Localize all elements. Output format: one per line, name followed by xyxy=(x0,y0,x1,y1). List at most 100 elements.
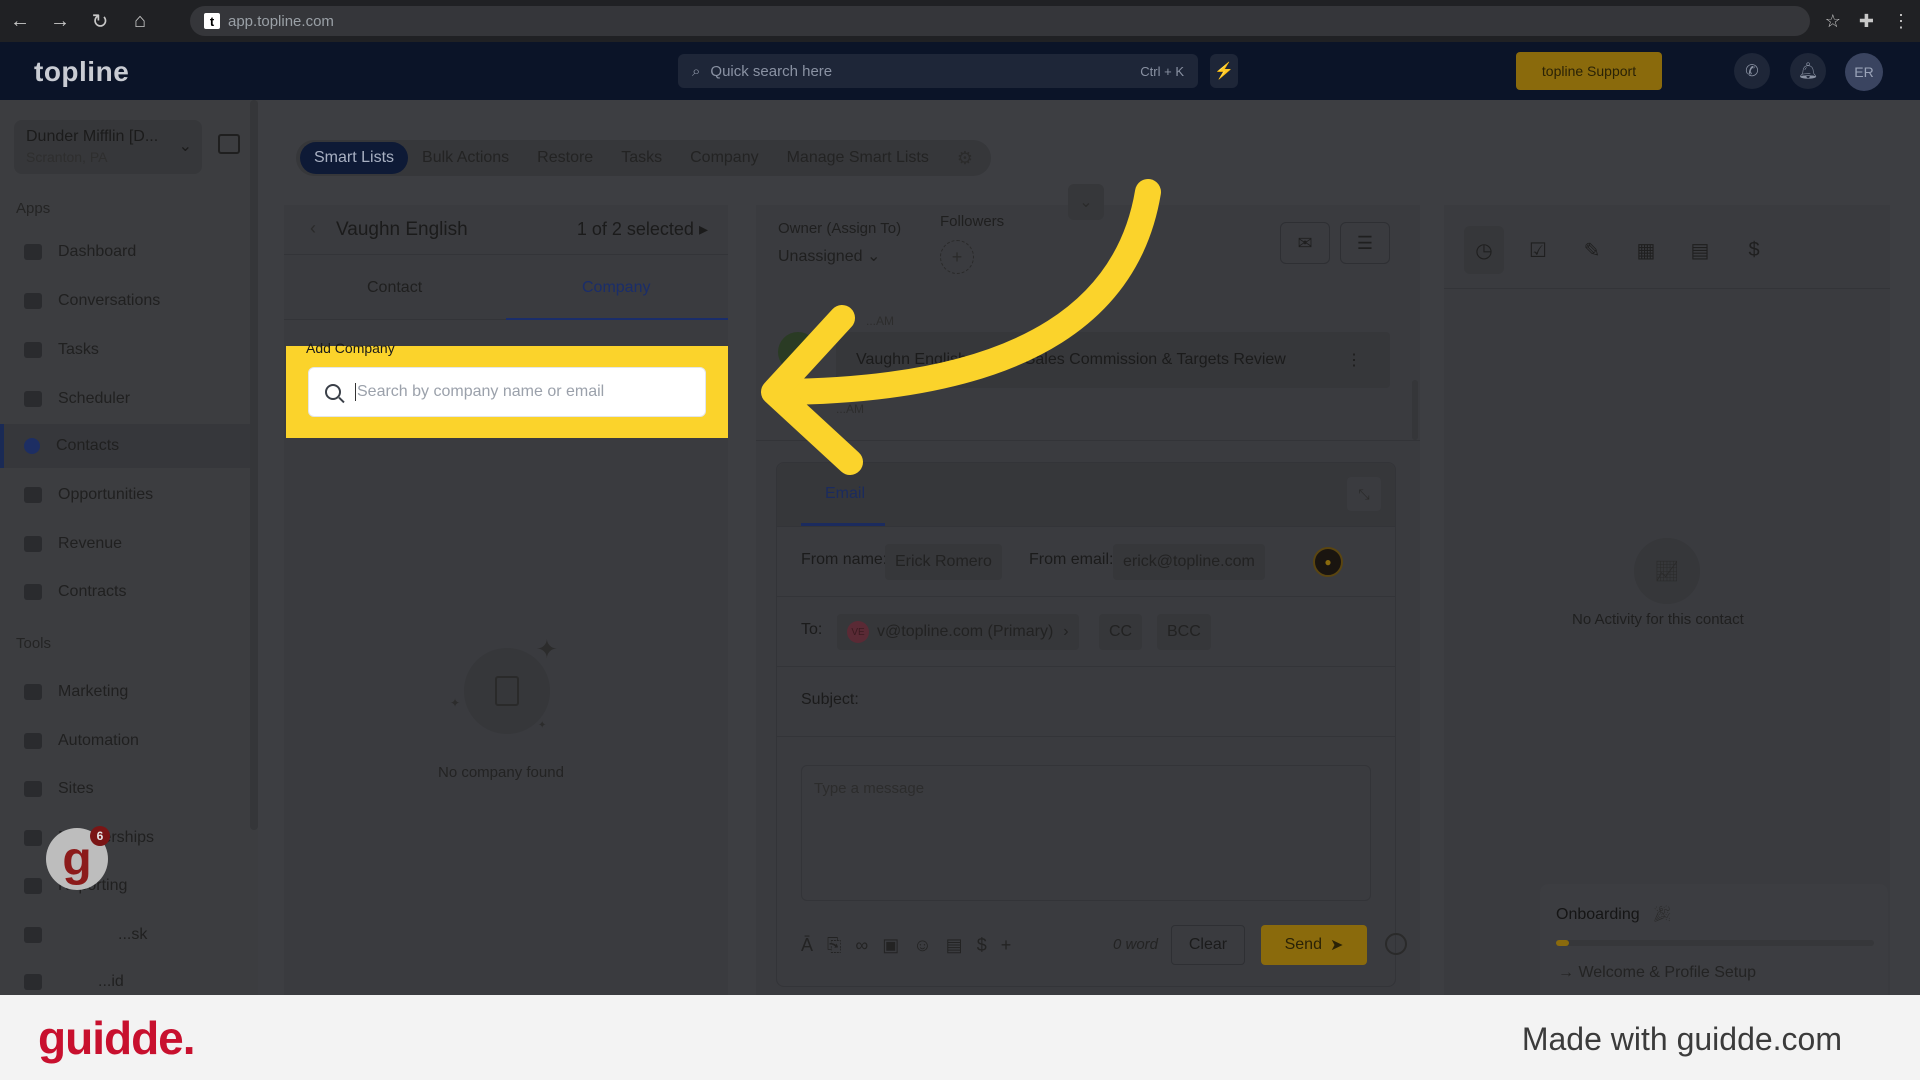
sidebar-item-tool-6[interactable]: ...sk xyxy=(0,913,250,957)
add-follower-button[interactable]: + xyxy=(940,240,974,274)
account-switcher[interactable]: Dunder Mifflin [D... Scranton, PA ⌄ xyxy=(14,120,202,174)
sidebar-item-scheduler[interactable]: Scheduler xyxy=(0,377,250,421)
sidebar-item-memberships[interactable]: Memberships xyxy=(0,816,250,860)
emoji-icon[interactable]: ☺ xyxy=(913,935,931,956)
filter-icon[interactable]: ☰ xyxy=(1340,222,1390,264)
sender-avatar-icon[interactable]: ● xyxy=(1313,547,1343,577)
gear-icon[interactable]: ⚙ xyxy=(943,142,987,174)
sidebar-item-sites[interactable]: Sites xyxy=(0,767,250,811)
template-icon[interactable]: ▤ xyxy=(946,935,963,956)
bell-icon[interactable]: 🔔︎ xyxy=(1790,53,1826,89)
app-logo[interactable]: topline xyxy=(34,56,129,88)
bookmark-star-icon[interactable]: ☆ xyxy=(1825,11,1841,32)
send-button[interactable]: Send ➤ xyxy=(1261,925,1367,965)
sidebar-item-opportunities[interactable]: Opportunities xyxy=(0,473,250,517)
extensions-icon[interactable]: ✚ xyxy=(1859,11,1874,32)
reload-icon[interactable]: ↻ xyxy=(80,0,120,42)
tab-smart-lists[interactable]: Smart Lists xyxy=(300,142,409,174)
no-activity-text: No Activity for this contact xyxy=(1572,611,1744,628)
timeline-scrollbar[interactable] xyxy=(1412,380,1418,440)
expand-chevron-icon[interactable]: ⌄ xyxy=(1068,184,1104,220)
from-email-label: From email: xyxy=(1029,551,1114,568)
tab-email[interactable]: Email xyxy=(825,485,865,503)
link-icon[interactable]: ∞ xyxy=(855,935,868,956)
sidebar-item-reporting[interactable]: Reporting xyxy=(0,864,250,908)
company-search-placeholder: Search by company name or email xyxy=(357,383,605,400)
divider xyxy=(756,440,1420,441)
active-tab-indicator xyxy=(801,523,885,526)
task-check-icon[interactable]: ☑ xyxy=(1518,226,1558,274)
guidde-logo[interactable]: guidde. xyxy=(38,1011,196,1065)
clock-icon[interactable] xyxy=(1385,933,1407,955)
bcc-button[interactable]: BCC xyxy=(1157,614,1211,650)
document-icon[interactable]: ▤ xyxy=(1680,226,1720,274)
plus-icon[interactable]: + xyxy=(1001,935,1012,956)
dollar-icon[interactable]: $ xyxy=(977,935,987,956)
account-location: Scranton, PA xyxy=(26,149,108,165)
home-icon[interactable]: ⌂ xyxy=(120,0,160,42)
tab-tasks[interactable]: Tasks xyxy=(607,142,676,174)
history-icon[interactable]: ◷ xyxy=(1464,226,1504,274)
from-name-field[interactable]: Erick Romero xyxy=(885,544,1002,580)
timeline-event[interactable]: Vaughn English ...pted: Sales Commission… xyxy=(836,332,1390,388)
quick-search-placeholder: Quick search here xyxy=(710,62,833,80)
text-format-icon[interactable]: Ā xyxy=(801,935,813,956)
attachment-icon[interactable]: ⎘ xyxy=(827,935,841,956)
support-button[interactable]: topline Support xyxy=(1516,52,1662,90)
tab-company[interactable]: Company xyxy=(676,142,772,174)
onboarding-widget[interactable]: Onboarding 🎉︎ → Welcome & Profile Setup xyxy=(1540,884,1888,996)
lightning-icon[interactable]: ⚡ xyxy=(1210,54,1238,88)
recipient-chip[interactable]: VE v@topline.com (Primary) › xyxy=(837,614,1079,650)
tab-contact[interactable]: Contact xyxy=(367,279,422,297)
message-textarea[interactable]: Type a message xyxy=(801,765,1371,901)
contact-details-panel: ‹ Vaughn English 1 of 2 selected ▸ Conta… xyxy=(284,205,728,995)
mail-open-icon[interactable]: ✉ xyxy=(1280,222,1330,264)
onboarding-step[interactable]: → Welcome & Profile Setup xyxy=(1558,964,1756,982)
sidebar-scrollbar[interactable] xyxy=(250,100,258,830)
to-label: To: xyxy=(801,621,823,638)
collapse-icon[interactable]: ⤡ xyxy=(1347,477,1381,511)
made-with-text[interactable]: Made with guidde.com xyxy=(1522,1021,1842,1058)
calendar-icon[interactable]: ▦ xyxy=(1626,226,1666,274)
sidebar-item-dashboard[interactable]: Dashboard xyxy=(0,230,250,274)
subject-label: Subject: xyxy=(801,691,859,708)
chat-icon xyxy=(24,293,42,309)
quick-search-input[interactable]: ⌕ Quick search here Ctrl + K xyxy=(678,54,1198,88)
back-icon[interactable]: ← xyxy=(0,0,40,42)
sidebar-item-label: Sites xyxy=(58,780,94,797)
more-options-icon[interactable]: ⋮ xyxy=(1346,350,1362,370)
sidebar-item-tasks[interactable]: Tasks xyxy=(0,328,250,372)
forward-icon[interactable]: → xyxy=(40,0,80,42)
sidebar-item-marketing[interactable]: Marketing xyxy=(0,670,250,714)
chevron-left-icon[interactable]: ‹ xyxy=(310,218,316,239)
browser-menu-icon[interactable]: ⋮ xyxy=(1892,11,1910,32)
sidebar-item-conversations[interactable]: Conversations xyxy=(0,279,250,323)
clear-button[interactable]: Clear xyxy=(1171,925,1245,965)
tab-company-details[interactable]: Company xyxy=(582,279,650,297)
cc-button[interactable]: CC xyxy=(1099,614,1143,650)
subject-row[interactable]: Subject: xyxy=(777,667,1395,737)
tab-manage-smart-lists[interactable]: Manage Smart Lists xyxy=(773,142,943,174)
app-icon xyxy=(24,974,42,990)
tab-bulk-actions[interactable]: Bulk Actions xyxy=(408,142,523,174)
sidebar-item-revenue[interactable]: Revenue xyxy=(0,522,250,566)
selection-counter[interactable]: 1 of 2 selected ▸ xyxy=(577,219,708,240)
tab-restore[interactable]: Restore xyxy=(523,142,607,174)
user-avatar[interactable]: ER xyxy=(1845,53,1883,91)
company-search-input[interactable]: Search by company name or email xyxy=(308,367,706,417)
guidde-widget-icon[interactable]: g6 xyxy=(46,826,110,890)
from-email-field[interactable]: erick@topline.com xyxy=(1113,544,1265,580)
caret-right-icon: ▸ xyxy=(698,219,708,239)
phone-icon[interactable]: ✆ xyxy=(1734,53,1770,89)
sidebar-item-contacts[interactable]: Contacts xyxy=(0,424,250,468)
dollar-circle-icon[interactable]: $ xyxy=(1734,226,1774,274)
sidebar-item-automation[interactable]: Automation xyxy=(0,719,250,763)
image-icon[interactable]: ▣ xyxy=(882,935,899,956)
pen-icon[interactable]: ✎ xyxy=(1572,226,1612,274)
address-bar[interactable]: t app.topline.com xyxy=(190,6,1810,36)
top-tab-bar: Smart Lists Bulk Actions Restore Tasks C… xyxy=(296,140,992,176)
sidebar-collapse-icon[interactable] xyxy=(218,134,240,154)
sidebar-item-contracts[interactable]: Contracts xyxy=(0,570,250,614)
owner-select[interactable]: Unassigned ⌄ xyxy=(778,246,880,266)
from-name-label: From name: xyxy=(801,551,888,568)
